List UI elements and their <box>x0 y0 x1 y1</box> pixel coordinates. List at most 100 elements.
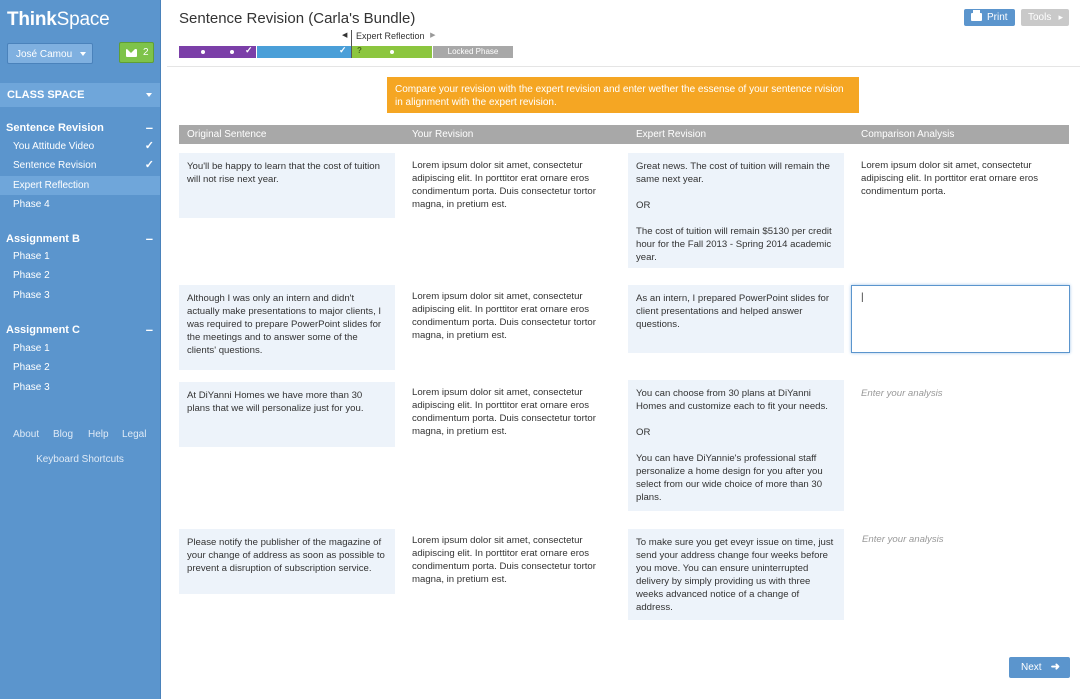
your-revision-cell: Lorem ipsum dolor sit amet, consectetur … <box>412 160 596 210</box>
sidebar-item-phase-4[interactable]: Phase 4 <box>0 195 160 214</box>
check-icon: ✓ <box>144 159 154 171</box>
expert-revision-text: You can choose from 30 plans at DiYanni … <box>636 388 828 412</box>
sidebar-item-phase-2[interactable]: Phase 2 <box>0 358 160 377</box>
progress-segment-phase-2[interactable]: ✓ <box>257 45 351 58</box>
page-title: Sentence Revision (Carla's Bundle) <box>179 10 416 27</box>
sidebar-item-label: Expert Reflection <box>13 180 90 191</box>
sidebar-item-phase-1[interactable]: Phase 1 <box>0 339 160 358</box>
sidebar-item-phase-2[interactable]: Phase 2 <box>0 266 160 285</box>
instruction-banner: Compare your revision with the expert re… <box>387 77 859 113</box>
messages-count: 2 <box>143 47 149 58</box>
your-revision-cell: Lorem ipsum dolor sit amet, consectetur … <box>412 387 596 437</box>
app-logo[interactable]: ThinkSpace <box>7 9 110 31</box>
user-name: José Camou <box>16 49 73 60</box>
tools-label: Tools <box>1028 12 1052 23</box>
sidebar-item-label: You Attitude Video <box>13 141 95 152</box>
next-button[interactable]: Next ➜ <box>1009 657 1070 678</box>
expert-revision-cell: To make sure you get eveyr issue on time… <box>628 529 844 620</box>
print-button[interactable]: Print <box>964 9 1015 26</box>
phase-progress-bar: ✓ ✓ ? Locked Phase <box>179 45 513 58</box>
check-icon: ✓ <box>339 45 347 55</box>
envelope-icon <box>126 49 137 57</box>
legal-link[interactable]: Legal <box>122 429 146 440</box>
sidebar-item-phase-3[interactable]: Phase 3 <box>0 286 160 305</box>
column-header-your-revision: Your Revision <box>412 129 474 140</box>
header-divider <box>167 66 1080 67</box>
arrow-right-icon: ➜ <box>1050 661 1060 673</box>
locked-phase-label: Locked Phase <box>447 47 499 56</box>
sidebar-item-label: Phase 4 <box>13 199 50 210</box>
column-header-original: Original Sentence <box>187 129 267 140</box>
step-dot <box>390 50 394 54</box>
original-sentence-cell: Although I was only an intern and didn't… <box>179 285 395 370</box>
expert-revision-or: OR <box>636 200 651 211</box>
expert-revision-text: You can have DiYannie's professional sta… <box>636 453 823 503</box>
sidebar-item-label: Phase 2 <box>13 362 50 373</box>
section-title-assignment-b[interactable]: Assignment B <box>6 233 80 245</box>
step-dot <box>230 50 234 54</box>
sidebar-item-sentence-revision[interactable]: Sentence Revision ✓ <box>0 156 160 175</box>
expert-revision-text: To make sure you get eveyr issue on time… <box>636 537 834 613</box>
help-link[interactable]: Help <box>88 429 109 440</box>
prev-phase-arrow-icon[interactable]: ◀ <box>342 31 347 39</box>
chevron-down-icon <box>146 93 152 97</box>
sidebar-item-label: Phase 1 <box>13 251 50 262</box>
original-sentence-cell: At DiYanni Homes we have more than 30 pl… <box>179 382 395 447</box>
sidebar-item-phase-3[interactable]: Phase 3 <box>0 378 160 397</box>
printer-icon <box>971 10 982 21</box>
tools-button[interactable]: Tools ▸ <box>1021 9 1069 26</box>
next-phase-arrow-icon[interactable]: ▶ <box>430 31 435 39</box>
step-dot <box>201 50 205 54</box>
blog-link[interactable]: Blog <box>53 429 73 440</box>
sidebar: ThinkSpace José Camou 2 CLASS SPACE Sent… <box>0 0 161 699</box>
sidebar-item-label: Phase 1 <box>13 343 50 354</box>
comparison-analysis-cell[interactable]: Lorem ipsum dolor sit amet, consectetur … <box>853 159 1069 198</box>
comparison-analysis-input[interactable]: | <box>851 285 1070 353</box>
check-icon: ✓ <box>144 140 154 152</box>
progress-segment-phase-3[interactable]: ? <box>352 46 432 58</box>
sidebar-item-you-attitude-video[interactable]: You Attitude Video ✓ <box>0 137 160 156</box>
keyboard-shortcuts-link[interactable]: Keyboard Shortcuts <box>0 454 160 465</box>
sidebar-item-phase-1[interactable]: Phase 1 <box>0 247 160 266</box>
sidebar-item-label: Sentence Revision <box>13 160 97 171</box>
class-space-label: CLASS SPACE <box>7 89 85 101</box>
sidebar-item-label: Phase 2 <box>13 270 50 281</box>
original-sentence-cell: Please notify the publisher of the magaz… <box>179 529 395 594</box>
class-space-dropdown[interactable]: CLASS SPACE <box>0 83 160 107</box>
expert-revision-cell: Great news. The cost of tuition will rem… <box>628 153 844 268</box>
column-header-expert-revision: Expert Revision <box>636 129 707 140</box>
collapse-icon[interactable]: – <box>146 231 153 246</box>
collapse-icon[interactable]: – <box>146 120 153 135</box>
chevron-down-icon <box>80 52 86 56</box>
sidebar-item-expert-reflection[interactable]: Expert Reflection <box>0 176 160 195</box>
current-phase-label: ◀ Expert Reflection ▶ <box>342 31 436 41</box>
messages-button[interactable]: 2 <box>119 42 154 63</box>
progress-segment-locked: Locked Phase <box>433 46 513 58</box>
expert-revision-text: Great news. The cost of tuition will rem… <box>636 161 830 185</box>
section-title-assignment-c[interactable]: Assignment C <box>6 324 80 336</box>
sidebar-item-label: Phase 3 <box>13 290 50 301</box>
question-icon: ? <box>357 46 362 55</box>
expert-revision-text: As an intern, I prepared PowerPoint slid… <box>636 293 830 330</box>
table-header: Original Sentence Your Revision Expert R… <box>179 125 1069 144</box>
about-link[interactable]: About <box>13 429 39 440</box>
expert-revision-or: OR <box>636 427 651 438</box>
next-label: Next <box>1021 662 1042 673</box>
print-label: Print <box>987 12 1008 23</box>
comparison-analysis-input[interactable]: Enter your analysis <box>861 388 943 399</box>
chevron-right-icon: ▸ <box>1058 12 1063 22</box>
your-revision-cell: Lorem ipsum dolor sit amet, consectetur … <box>412 535 596 585</box>
section-title-sentence-revision[interactable]: Sentence Revision <box>6 122 104 134</box>
original-sentence-cell: You'll be happy to learn that the cost o… <box>179 153 395 218</box>
comparison-analysis-input[interactable]: Enter your analysis <box>862 534 944 545</box>
collapse-icon[interactable]: – <box>146 322 153 337</box>
column-header-comparison: Comparison Analysis <box>861 129 955 140</box>
sidebar-item-label: Phase 3 <box>13 382 50 393</box>
check-icon: ✓ <box>245 45 253 55</box>
expert-revision-text: The cost of tuition will remain $5130 pe… <box>636 226 832 263</box>
progress-segment-phase-1[interactable]: ✓ <box>179 45 256 58</box>
current-phase-text: Expert Reflection <box>356 31 425 41</box>
user-menu-button[interactable]: José Camou <box>7 43 93 64</box>
your-revision-cell: Lorem ipsum dolor sit amet, consectetur … <box>412 291 596 341</box>
expert-revision-cell: You can choose from 30 plans at DiYanni … <box>628 380 844 511</box>
